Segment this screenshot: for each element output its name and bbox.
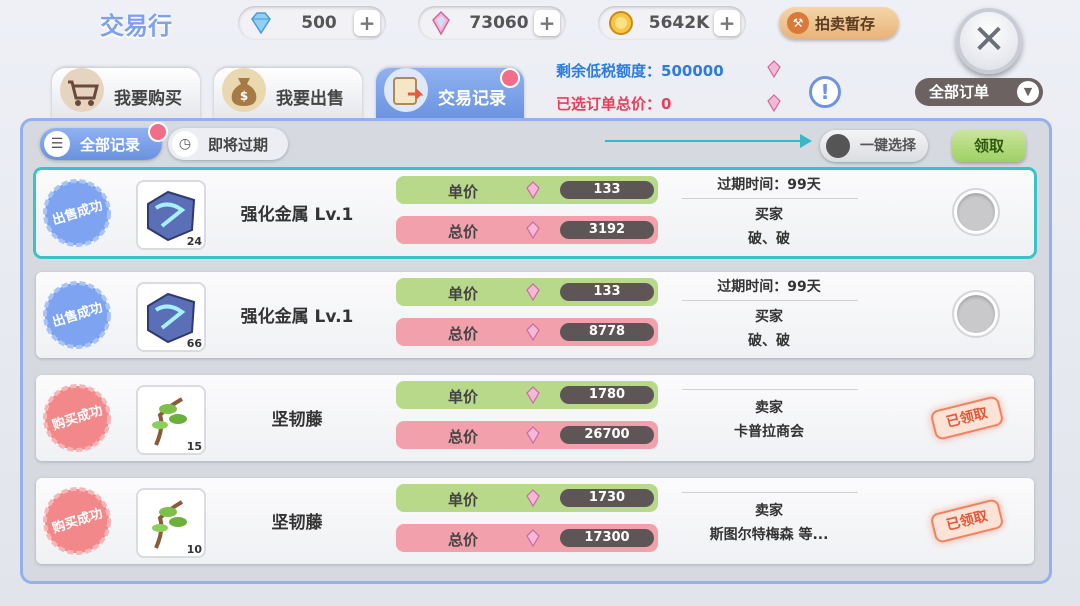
record-row[interactable]: 购买成功 15 坚韧藤 单价 1780 总价 26700 卖家 卡普拉商会 已领… [36,375,1034,461]
claim-button[interactable]: 领取 [952,130,1026,162]
crystal-icon [432,10,450,36]
shopping-cart-icon [60,68,104,112]
gold-counter: 5642K + [598,6,746,40]
guide-arrow [605,140,805,142]
divider [682,198,858,199]
item-name: 坚韧藤 [271,410,323,430]
bought-seal-icon [43,384,111,452]
party-name: 破、破 [748,333,790,349]
clock-icon: ◷ [172,131,198,157]
add-diamond-button[interactable]: + [354,10,380,36]
tab-sell[interactable]: $ 我要出售 [214,68,362,120]
record-scroll-icon [384,68,428,112]
item-slot[interactable]: 15 [136,385,206,455]
crystal-icon [526,181,540,199]
total-price-bar: 总价 3192 [396,216,658,244]
selected-order-total: 已选订单总价：0 [556,95,672,113]
divider [682,389,858,390]
notification-dot [150,124,166,140]
diamond-icon [251,12,271,35]
party-name: 卡普拉商会 [734,424,804,440]
party-name: 破、破 [748,231,790,247]
crystal-icon [526,529,540,547]
expire-time: 过期时间：99天 [717,279,821,295]
expire-time: 过期时间：99天 [717,177,821,193]
claimed-stamp: 已领取 [929,497,1005,545]
filter-all-records[interactable]: ☰ 全部记录 [40,128,162,160]
crystal-icon [526,323,540,341]
select-radio[interactable] [954,292,998,336]
divider [682,300,858,301]
toggle-knob [826,134,850,158]
item-slot[interactable]: 10 [136,488,206,558]
select-all-toggle[interactable]: 一键选择 [820,130,928,162]
crystal-icon [526,386,540,404]
crystal-icon [526,426,540,444]
crystal-icon [526,489,540,507]
party-label: 买家 [755,309,783,325]
auction-storage-button[interactable]: ⚒ 拍卖暂存 [779,7,899,39]
crystal-icon [526,221,540,239]
total-price-bar: 总价 17300 [396,524,658,552]
select-radio[interactable] [954,190,998,234]
crystal-counter: 73060 + [418,6,566,40]
party-label: 买家 [755,207,783,223]
bought-seal-icon [43,487,111,555]
party-name: 斯图尔特梅森 等... [709,527,829,543]
low-tax-quota: 剩余低税额度：500000 [556,62,724,80]
hammer-icon: ⚒ [787,12,809,34]
money-bag-icon: $ [222,68,266,112]
item-name: 强化金属 Lv.1 [240,307,354,327]
notification-dot [502,70,518,86]
crystal-icon [767,94,781,112]
total-price-bar: 总价 8778 [396,318,658,346]
divider [682,492,858,493]
sold-seal-icon [43,281,111,349]
item-name: 强化金属 Lv.1 [240,205,354,225]
crystal-icon [767,60,781,78]
record-row[interactable]: 出售成功 24 强化金属 Lv.1 单价 133 总价 3192 过期时间：99… [36,170,1034,256]
unit-price-bar: 单价 1730 [396,484,658,512]
total-price-bar: 总价 26700 [396,421,658,449]
item-slot[interactable]: 66 [136,282,206,352]
diamond-counter: 500 + [238,6,386,40]
crystal-icon [526,283,540,301]
page-title: 交易行 [100,12,172,40]
tab-buy[interactable]: 我要购买 [52,68,200,120]
add-gold-button[interactable]: + [714,10,740,36]
add-crystal-button[interactable]: + [534,10,560,36]
claimed-stamp: 已领取 [929,394,1005,442]
sold-seal-icon [43,179,111,247]
unit-price-bar: 单价 1780 [396,381,658,409]
party-label: 卖家 [755,503,783,519]
record-row[interactable]: 出售成功 66 强化金属 Lv.1 单价 133 总价 8778 过期时间：99… [36,272,1034,358]
close-button[interactable]: ✕ [956,8,1022,74]
guide-arrow-head [800,134,812,148]
filter-expiring-soon[interactable]: ◷ 即将过期 [168,128,288,160]
record-row[interactable]: 购买成功 10 坚韧藤 单价 1730 总价 17300 卖家 斯图尔特梅森 等… [36,478,1034,564]
gold-coin-icon [609,11,633,35]
info-icon[interactable]: ! [809,76,841,108]
party-label: 卖家 [755,400,783,416]
item-name: 坚韧藤 [271,513,323,533]
chevron-down-icon: ▼ [1017,81,1039,103]
unit-price-bar: 单价 133 [396,278,658,306]
unit-price-bar: 单价 133 [396,176,658,204]
document-icon: ☰ [44,131,70,157]
item-slot[interactable]: 24 [136,180,206,250]
svg-text:$: $ [240,89,248,103]
order-filter-dropdown[interactable]: 全部订单 ▼ [915,78,1043,106]
